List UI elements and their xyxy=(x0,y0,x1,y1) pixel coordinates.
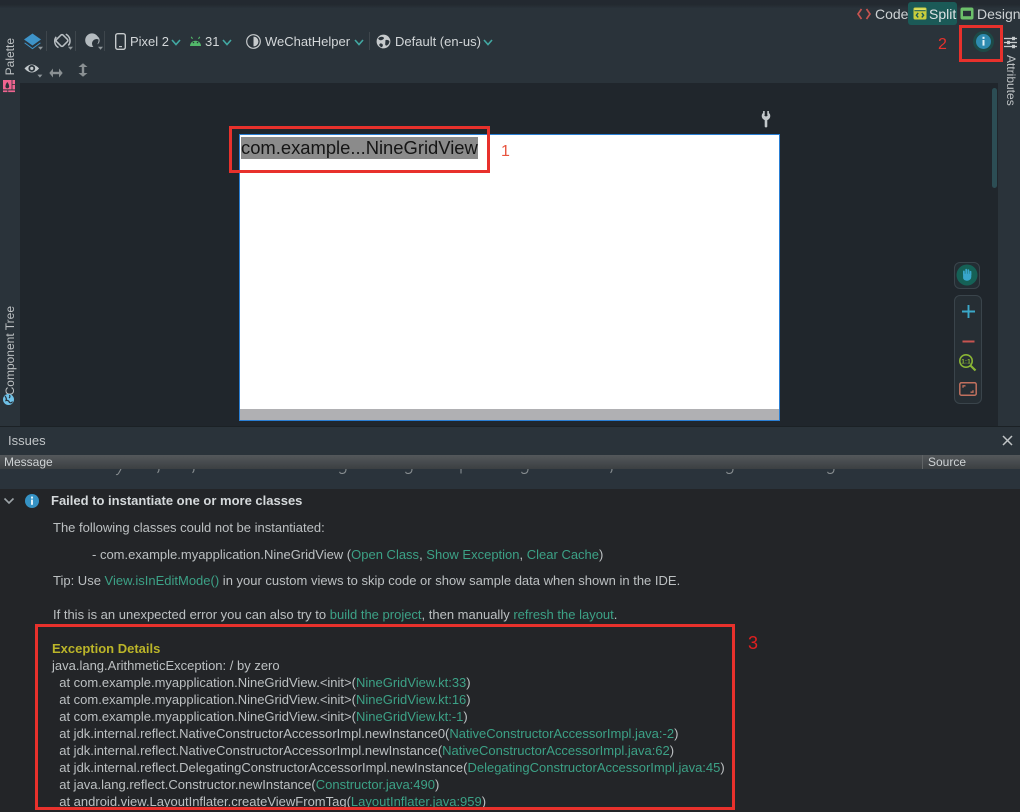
svg-text:1:1: 1:1 xyxy=(961,358,971,365)
